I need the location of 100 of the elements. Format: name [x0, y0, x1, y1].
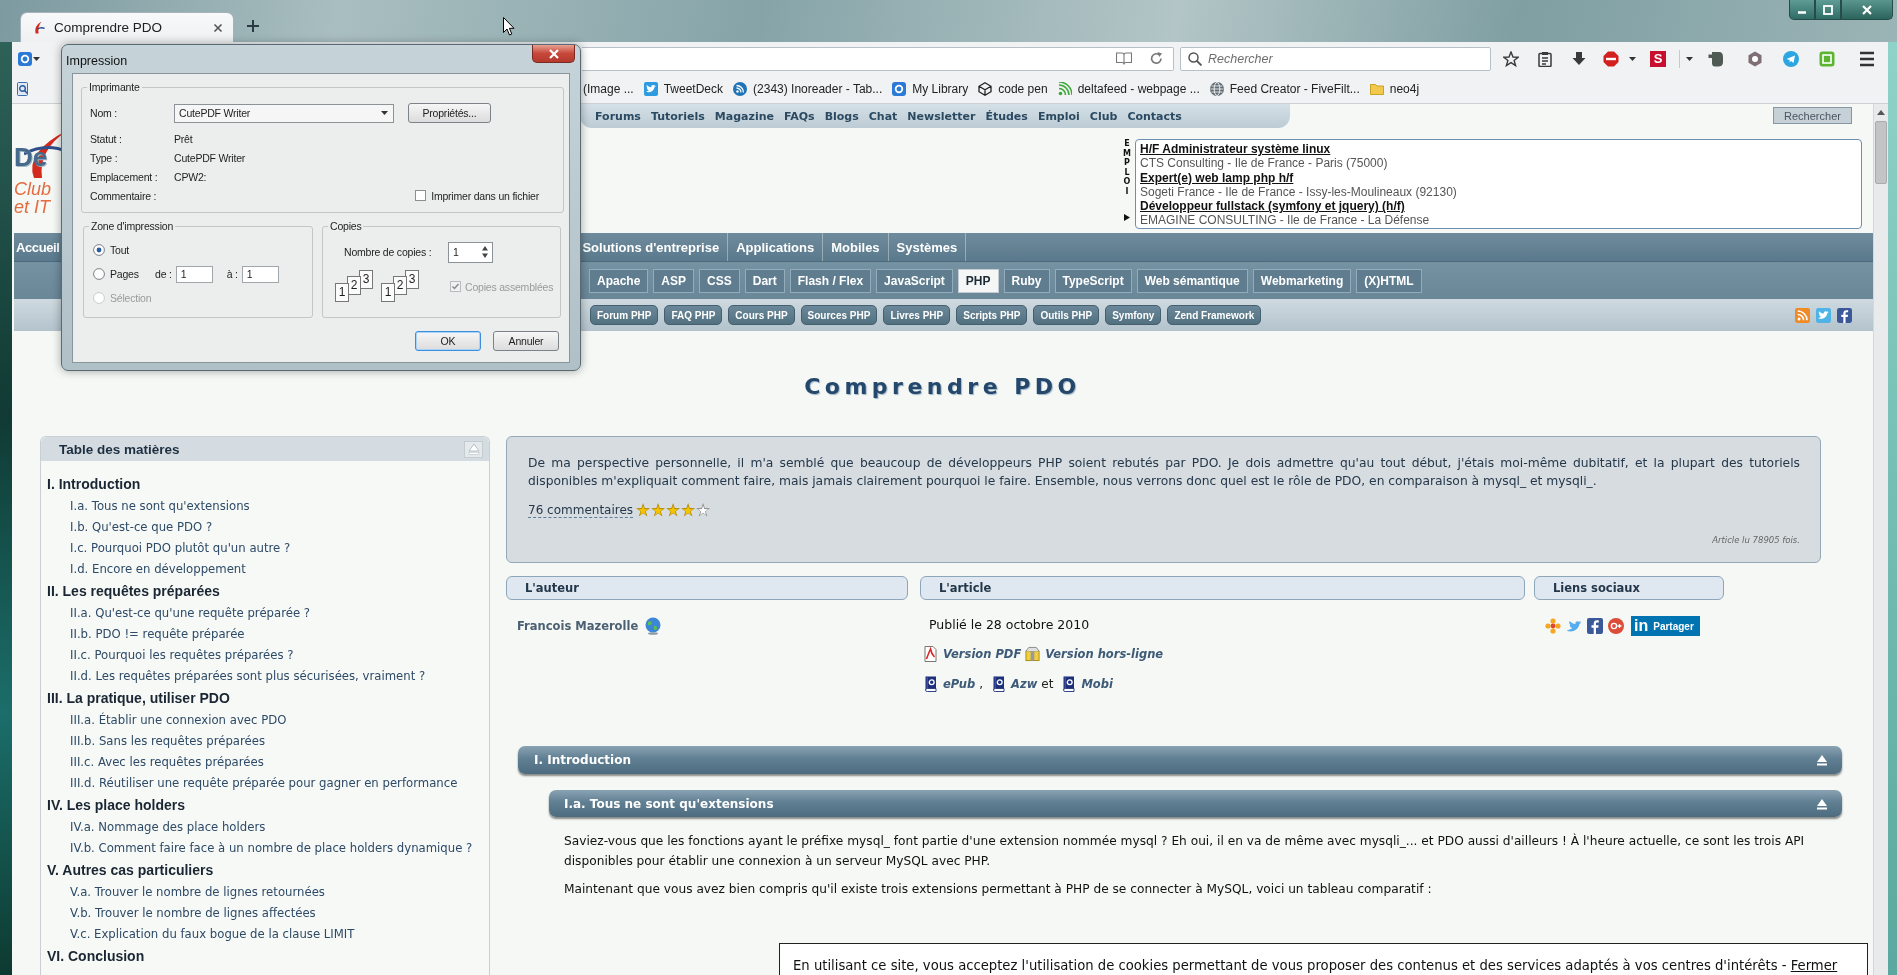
toc-link[interactable]: III.c. Avec les requêtes préparées [70, 755, 264, 769]
dialog-button[interactable]: OK [415, 331, 481, 351]
toc-link[interactable]: I.b. Qu'est-ce que PDO ? [70, 520, 213, 534]
copies-spinner[interactable]: 1 [448, 241, 493, 263]
menu-link[interactable]: Contacts [1127, 109, 1182, 123]
menu-link[interactable]: Chat [868, 109, 898, 123]
caret-icon[interactable] [33, 56, 40, 61]
page-from-field[interactable]: 1 [175, 265, 213, 283]
toc-link[interactable]: V.a. Trouver le nombre de lignes retournées [70, 885, 325, 899]
globe-icon[interactable] [644, 617, 663, 635]
toc-link[interactable]: V.c. Explication du faux bogue de la clause LIMIT [70, 927, 355, 941]
resource-button[interactable]: Zend Framework [1167, 305, 1262, 325]
category-tab[interactable]: PHP [957, 268, 999, 293]
job-link[interactable]: Expert(e) web lamp php h/f [1140, 170, 1294, 185]
nav-tab[interactable]: Applications [728, 233, 824, 261]
extension-button[interactable]: S [1650, 50, 1666, 67]
nav-tab[interactable]: Mobiles [823, 233, 889, 261]
toc-link[interactable]: III.b. Sans les requêtes préparées [70, 734, 266, 748]
bookmark-link[interactable]: code pen [978, 82, 1048, 96]
subsection-header-bar[interactable]: I.a. Tous ne sont qu'extensions [549, 790, 1842, 817]
f-icon[interactable] [1837, 307, 1852, 323]
ebook-link[interactable]: Azw [991, 676, 1038, 692]
extension-icon[interactable] [1708, 50, 1724, 67]
toc-section-link[interactable]: II. Les requêtes préparées [47, 583, 220, 599]
resource-button[interactable]: Scripts PHP [956, 305, 1028, 325]
checkbox[interactable] [415, 190, 427, 201]
minimize-button[interactable] [1789, 0, 1815, 20]
toc-section-link[interactable]: III. La pratique, utiliser PDO [47, 690, 230, 706]
download-link[interactable]: Version hors-ligne [1025, 646, 1164, 662]
category-tab[interactable]: Ruby [1003, 268, 1050, 293]
scroll-up-icon[interactable] [1877, 110, 1885, 115]
collapse-icon[interactable] [1816, 754, 1828, 766]
search-button[interactable]: Rechercher [1773, 107, 1852, 124]
bookmark-link[interactable]: My Library [892, 82, 969, 96]
close-link[interactable]: Fermer [1790, 958, 1838, 973]
nav-tab[interactable]: Accueil [14, 233, 60, 261]
toc-link[interactable]: II.a. Qu'est-ce qu'une requête préparée ? [70, 606, 311, 620]
toc-link[interactable]: II.c. Pourquoi les requêtes préparées ? [70, 648, 294, 662]
category-tab[interactable]: Webmarketing [1252, 268, 1352, 293]
arrow-icon[interactable] [1124, 214, 1130, 221]
toc-link[interactable]: I.a. Tous ne sont qu'extensions [70, 499, 250, 513]
reader-icon[interactable] [1116, 52, 1132, 65]
star-icon[interactable] [1503, 50, 1519, 67]
category-tab[interactable]: TypeScript [1054, 268, 1132, 293]
toc-section-link[interactable]: V. Autres cas particuliers [47, 862, 214, 878]
ebook-link[interactable]: ePub [923, 676, 976, 692]
search-field[interactable]: Rechercher [1180, 46, 1491, 71]
reload-icon[interactable] [1150, 52, 1163, 65]
bookmark-link[interactable]: (Image ... [583, 82, 634, 96]
resource-button[interactable]: Forum PHP [590, 305, 659, 325]
resource-button[interactable]: Outils PHP [1033, 305, 1100, 325]
plus-icon[interactable] [246, 19, 260, 33]
job-link[interactable]: H/F Administrateur système linux [1140, 142, 1331, 156]
category-tab[interactable]: ASP [653, 268, 695, 293]
paper-plane-icon[interactable] [1783, 50, 1799, 67]
address-field[interactable] [582, 46, 1174, 71]
toc-link[interactable]: III.a. Établir une connexion avec PDO [70, 713, 287, 727]
resource-button[interactable]: FAQ PHP [664, 305, 723, 325]
toc-link[interactable]: IV.b. Comment faire face à un nombre de place holders dynamique ? [70, 841, 473, 855]
toc-link[interactable]: III.d. Réutiliser une requête préparée pour gagner en performance [70, 776, 458, 790]
menu-link[interactable]: Blogs [824, 109, 859, 123]
menu-link[interactable]: Club [1089, 109, 1118, 123]
category-tab[interactable]: (X)HTML [1356, 268, 1422, 293]
nav-tab[interactable]: Systèmes [888, 233, 967, 261]
close-button[interactable] [1841, 0, 1893, 20]
author-link[interactable]: Francois Mazerolle [517, 619, 639, 633]
scrollbar-thumb[interactable] [1875, 121, 1887, 184]
resource-button[interactable]: Cours PHP [728, 305, 795, 325]
page-to-field[interactable]: 1 [241, 265, 279, 283]
close-button[interactable] [532, 45, 575, 63]
category-tab[interactable]: Dart [744, 268, 785, 293]
toc-link[interactable]: I.c. Pourquoi PDO plutôt qu'un autre ? [70, 541, 291, 555]
caret-icon[interactable] [1686, 56, 1693, 61]
f-icon[interactable] [1587, 618, 1603, 634]
bookmark-link[interactable]: neo4j [1369, 82, 1420, 96]
toc-section-link[interactable]: IV. Les place holders [47, 797, 185, 813]
menu-link[interactable]: Newsletter [907, 109, 976, 123]
category-tab[interactable]: Web sémantique [1136, 268, 1248, 293]
job-link[interactable]: Développeur fullstack (symfony et jquery) (h/f) [1140, 199, 1405, 214]
category-tab[interactable]: Flash / Flex [789, 268, 872, 293]
bookmark-link[interactable]: Feed Creator - FiveFilt... [1209, 82, 1360, 96]
comments-link[interactable]: 76 commentaires [528, 502, 634, 518]
dialog-button[interactable]: Annuler [493, 331, 559, 351]
stop-sign-icon[interactable] [1603, 50, 1619, 67]
app-icon[interactable] [18, 51, 32, 66]
properties-button[interactable]: Propriétés... [408, 103, 491, 123]
clipboard-icon[interactable] [1537, 50, 1553, 67]
menu-link[interactable]: Emploi [1037, 109, 1080, 123]
menu-link[interactable]: Magazine [714, 109, 774, 123]
menu-link[interactable]: FAQs [783, 109, 815, 123]
collapse-icon[interactable] [1816, 797, 1828, 810]
search-page-icon[interactable] [16, 82, 30, 96]
hexagon-icon[interactable] [1747, 50, 1763, 67]
scrollbar[interactable] [1873, 104, 1888, 975]
bookmark-link[interactable]: deltafeed - webpage ... [1057, 82, 1200, 96]
section-header-bar[interactable]: I. Introduction [518, 746, 1842, 774]
toc-link[interactable]: IV.a. Nommage des place holders [70, 820, 266, 834]
flower-icon[interactable] [1545, 618, 1561, 634]
printer-dropdown[interactable]: CutePDF Writer [174, 103, 394, 123]
menu-link[interactable]: Tutoriels [650, 109, 705, 123]
